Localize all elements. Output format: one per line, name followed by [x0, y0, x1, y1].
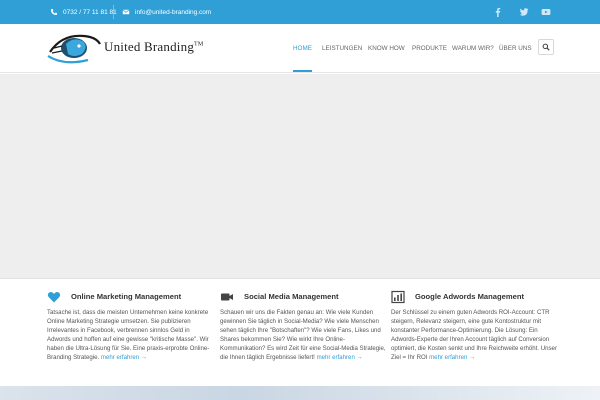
- nav-item-leistungen[interactable]: LEISTUNGEN: [322, 24, 362, 72]
- feature-title: Social Media Management: [244, 292, 339, 301]
- email-address: info@united-branding.com: [135, 8, 212, 16]
- email-contact[interactable]: info@united-branding.com: [122, 0, 211, 24]
- search-icon: [542, 43, 550, 51]
- phone-number: 0732 / 77 11 81 81: [63, 8, 117, 16]
- site-header: United BrandingTM HOME LEISTUNGEN KNOW H…: [0, 24, 600, 73]
- nav-item-know-how[interactable]: KNOW HOW: [368, 24, 405, 72]
- bar-chart-icon: [391, 290, 405, 304]
- brand-trademark: TM: [194, 41, 204, 48]
- more-link[interactable]: mehr erfahren →: [101, 354, 147, 361]
- lion-logo-icon[interactable]: [44, 26, 102, 70]
- facebook-icon[interactable]: [486, 0, 510, 24]
- top-contact-bar: 0732 / 77 11 81 81 info@united-branding.…: [0, 0, 600, 24]
- phone-icon: [50, 8, 58, 16]
- feature-title: Google Adwords Management: [415, 292, 524, 301]
- youtube-icon[interactable]: [534, 0, 558, 24]
- more-link[interactable]: mehr erfahren →: [429, 354, 475, 361]
- feature-text: Schauen wir uns die Fakten genau an: Wie…: [220, 308, 386, 363]
- envelope-icon: [122, 8, 130, 16]
- hero-slider[interactable]: [0, 74, 600, 279]
- nav-item-produkte[interactable]: PRODUKTE: [412, 24, 447, 72]
- nav-item-home[interactable]: HOME: [293, 24, 312, 72]
- feature-text: Der Schlüssel zu einem guten Adwords ROI…: [391, 308, 557, 363]
- brand-text: United Branding: [104, 39, 195, 54]
- nav-item-warum-wir[interactable]: WARUM WIR?: [452, 24, 494, 72]
- topbar-divider: [113, 5, 114, 19]
- more-link[interactable]: mehr erfahren →: [317, 354, 363, 361]
- nav-active-indicator: [293, 70, 312, 72]
- phone-contact[interactable]: 0732 / 77 11 81 81: [50, 0, 117, 24]
- heart-icon: [47, 290, 61, 304]
- video-camera-icon: [220, 290, 234, 304]
- brand-name[interactable]: United BrandingTM: [104, 39, 203, 55]
- next-section-banner: [0, 386, 600, 400]
- feature-title: Online Marketing Management: [71, 292, 182, 301]
- search-button[interactable]: [538, 39, 554, 55]
- feature-text: Tatsache ist, dass die meisten Unternehm…: [47, 308, 213, 363]
- nav-item-ueber-uns[interactable]: ÜBER UNS: [499, 24, 532, 72]
- twitter-icon[interactable]: [512, 0, 536, 24]
